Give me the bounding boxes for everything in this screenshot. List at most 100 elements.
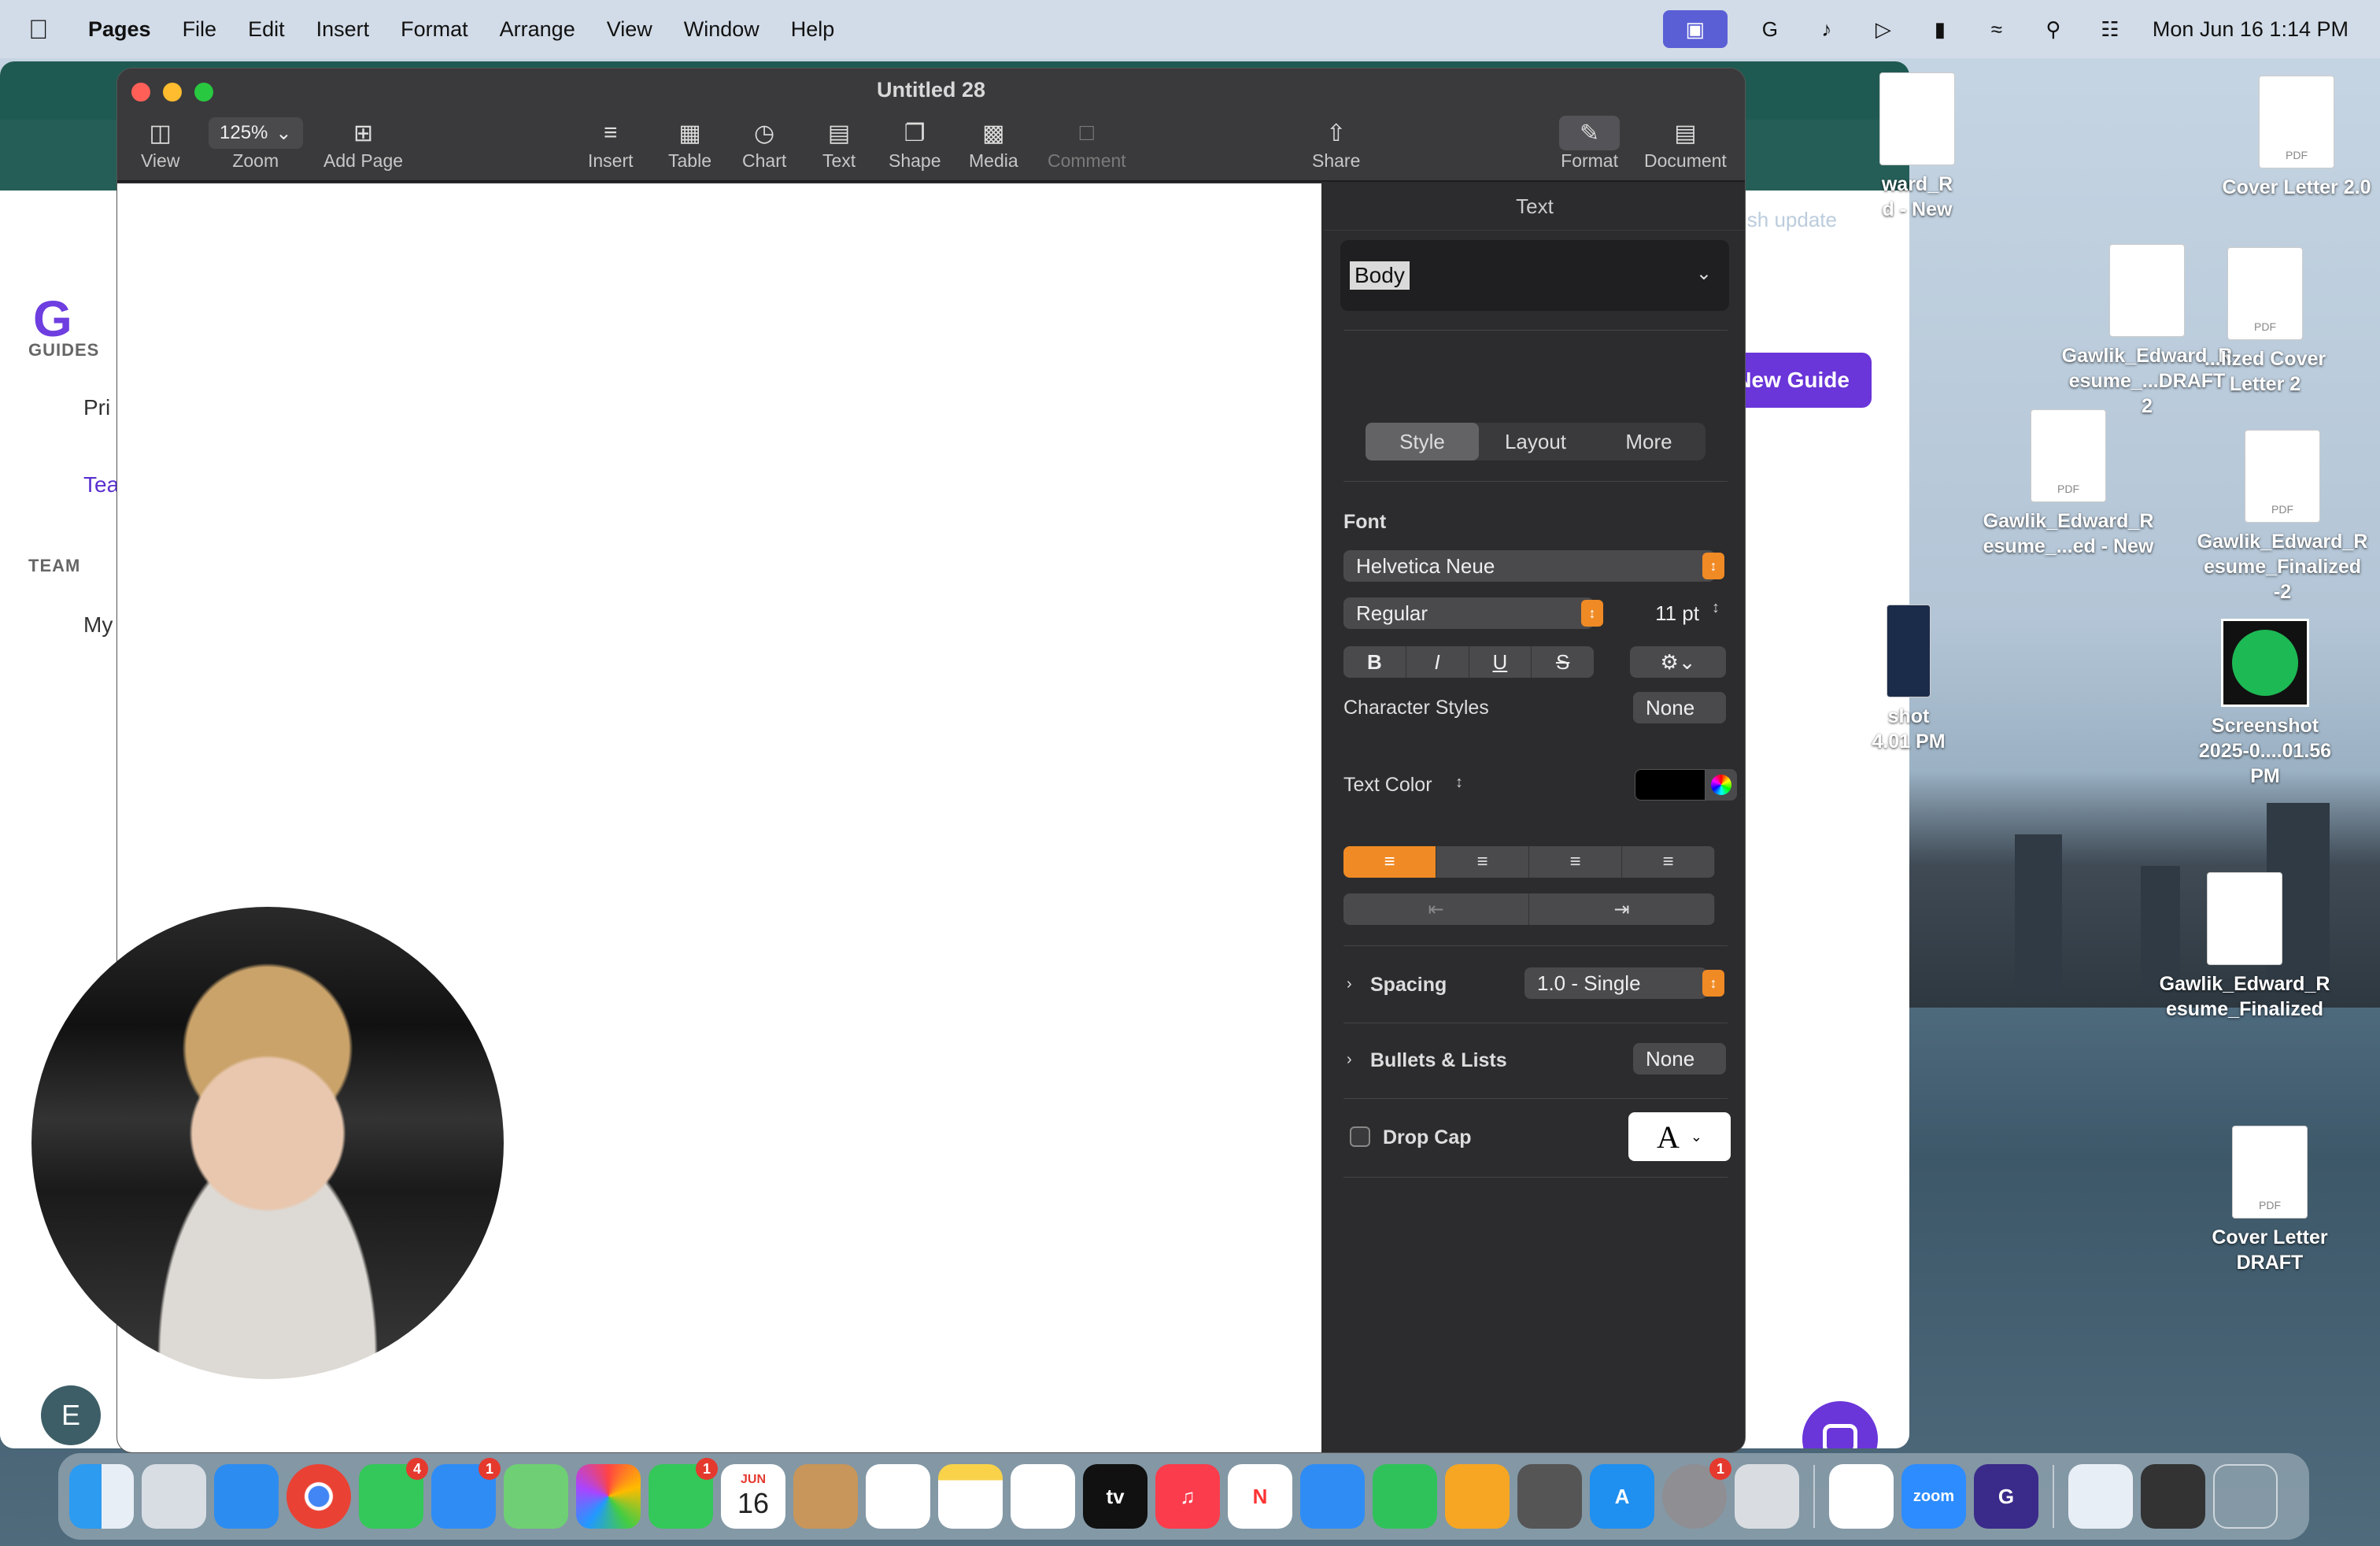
desktop-file[interactable]: Screenshot 2025-0....01.56 PM [2186,619,2344,789]
grammarly-icon[interactable]: G [1756,15,1784,43]
chat-bubble-icon[interactable] [1802,1401,1878,1448]
spacing-stepper-icon[interactable]: ↕ [1702,970,1724,997]
format-button[interactable]: ✎ Format [1559,116,1621,172]
spacing-label[interactable]: Spacing [1370,974,1447,997]
roblox-icon[interactable] [1735,1464,1799,1529]
menu-arrange[interactable]: Arrange [500,17,575,42]
document-button[interactable]: ▤ Document [1644,116,1727,172]
chevron-right-icon[interactable]: › [1347,975,1352,993]
apple-menu-icon[interactable]:  [28,15,54,45]
finder-icon[interactable] [69,1464,134,1529]
bullets-lists-label[interactable]: Bullets & Lists [1370,1049,1507,1072]
font-weight-stepper-icon[interactable]: ↕ [1581,600,1603,627]
zoom-select[interactable]: 125% ⌄ [209,117,303,149]
zoom-control[interactable]: 125% ⌄ Zoom [209,116,303,172]
chevron-right-icon[interactable]: › [1347,1051,1352,1069]
sidebar-item-my[interactable]: My [83,612,113,638]
text-color-well[interactable] [1635,769,1706,801]
drop-cap-style-select[interactable]: A ⌄ [1628,1112,1731,1161]
wifi-icon[interactable]: ≈ [1983,15,2011,43]
calendar-icon[interactable]: JUN 16 [721,1464,785,1529]
menu-window[interactable]: Window [684,17,759,42]
desktop-file[interactable]: PDF Gawlik_Edward_R esume_Finalized -2 [2197,430,2367,605]
music-icon[interactable]: ♫ [1155,1464,1220,1529]
recent-document-icon[interactable] [2068,1464,2133,1529]
airpods-icon[interactable]: ♪ [1813,15,1841,43]
advanced-options-button[interactable]: ⚙⌄ [1630,646,1726,678]
slack-icon[interactable] [1829,1464,1894,1529]
menu-insert[interactable]: Insert [316,17,370,42]
color-wheel-icon[interactable] [1706,769,1737,801]
photos-icon[interactable] [576,1464,641,1529]
freeform-icon[interactable] [1011,1464,1075,1529]
keynote-icon[interactable] [1300,1464,1365,1529]
font-weight-select[interactable]: Regular [1343,597,1594,629]
bullets-select[interactable]: None [1633,1043,1726,1074]
font-family-select[interactable]: Helvetica Neue [1343,550,1715,582]
sidebar-item-team[interactable]: Tea [83,472,119,497]
desktop-file[interactable]: PDF Cover Letter 2.0 [2218,76,2375,200]
insert-button[interactable]: ≡ Insert [588,116,634,172]
play-icon[interactable]: ▷ [1869,15,1898,43]
menu-format[interactable]: Format [401,17,468,42]
desktop-file[interactable]: shot 4.01 PM [1850,605,1968,754]
desktop-file[interactable]: ward_R d - New [1839,72,1996,222]
menu-help[interactable]: Help [791,17,835,42]
chart-button[interactable]: ◷ Chart [742,116,786,172]
chrome-icon[interactable] [286,1464,351,1529]
iphone-mirroring-icon[interactable] [1517,1464,1582,1529]
strikethrough-button[interactable]: S [1532,646,1594,678]
numbers-icon[interactable] [1373,1464,1437,1529]
new-guide-button[interactable]: New Guide [1731,353,1872,408]
underline-button[interactable]: U [1469,646,1532,678]
desktop-file[interactable]: Gawlik_Edward_R esume_Finalized [2160,872,2330,1022]
desktop-file[interactable]: PDF Cover Letter DRAFT [2191,1126,2349,1275]
font-size-field[interactable]: 11 pt [1636,597,1707,629]
align-left-button[interactable]: ≡ [1343,846,1436,878]
menu-file[interactable]: File [183,17,217,42]
table-button[interactable]: ▦ Table [668,116,711,172]
paragraph-style-select[interactable]: Body ⌄ [1340,240,1729,311]
mail-icon[interactable]: 1 [431,1458,501,1529]
control-center-icon[interactable]: ☷ [2096,15,2124,43]
messages-icon[interactable]: 4 [359,1458,428,1529]
spacing-select[interactable]: 1.0 - Single [1524,967,1707,999]
tab-more[interactable]: More [1592,423,1706,460]
desktop-file[interactable]: PDF ...lized Cover Letter 2 [2186,247,2344,397]
text-color-stepper-icon[interactable]: ↕ [1455,774,1463,792]
tab-layout[interactable]: Layout [1479,423,1592,460]
system-settings-icon[interactable]: 1 [1662,1458,1731,1529]
share-button[interactable]: ⇧ Share [1312,116,1360,172]
screen-share-icon[interactable]: ▣ [1662,10,1728,48]
tab-style[interactable]: Style [1366,423,1479,460]
menu-clock[interactable]: Mon Jun 16 1:14 PM [2153,17,2349,42]
trash-icon[interactable] [2213,1464,2278,1529]
search-icon[interactable]: ⚲ [2039,15,2068,43]
shape-button[interactable]: ❐ Shape [889,116,941,172]
zoom-icon[interactable]: zoom [1901,1464,1966,1529]
decrease-indent-button[interactable]: ⇤ [1343,893,1529,925]
sidebar-item-private[interactable]: Pri [83,395,110,420]
desktop-file[interactable]: PDF Gawlik_Edward_R esume_...ed - New [1983,409,2153,559]
menu-edit[interactable]: Edit [248,17,285,42]
pages-icon[interactable] [1445,1464,1510,1529]
contacts-icon[interactable] [793,1464,858,1529]
align-right-button[interactable]: ≡ [1529,846,1622,878]
app-store-icon[interactable]: A [1590,1464,1654,1529]
comment-button[interactable]: □ Comment [1048,116,1126,172]
menu-view[interactable]: View [607,17,652,42]
notes-icon[interactable] [938,1464,1003,1529]
italic-button[interactable]: I [1406,646,1469,678]
font-family-stepper-icon[interactable]: ↕ [1702,553,1724,579]
launchpad-icon[interactable] [142,1464,206,1529]
apple-tv-icon[interactable]: tv [1083,1464,1148,1529]
reminders-icon[interactable] [866,1464,930,1529]
downloads-stack-icon[interactable] [2141,1464,2205,1529]
battery-icon[interactable]: ▮ [1926,15,1954,43]
maps-icon[interactable] [504,1464,568,1529]
view-button[interactable]: ◫ View [141,116,179,172]
justify-button[interactable]: ≡ [1622,846,1715,878]
align-center-button[interactable]: ≡ [1436,846,1529,878]
safari-icon[interactable] [214,1464,279,1529]
menu-app-name[interactable]: Pages [88,17,151,42]
